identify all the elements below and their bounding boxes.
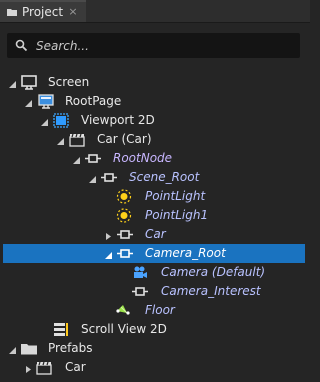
tab-bar: Project ×: [0, 0, 310, 23]
expanded-arrow-icon[interactable]: [72, 154, 81, 164]
tree-row-label: Screen: [48, 75, 90, 89]
node-icon: [116, 245, 134, 262]
tree-row-label: Car: [145, 227, 166, 241]
folder-icon: [6, 6, 18, 18]
tree-row-pointlight[interactable]: PointLight: [0, 187, 310, 206]
tree-row-pointligh1[interactable]: PointLigh1: [0, 206, 310, 225]
tree-row-viewport-2d[interactable]: Viewport 2D: [0, 111, 310, 130]
tree-row-rootpage[interactable]: RootPage: [0, 92, 310, 111]
node-icon: [100, 169, 118, 186]
tree-row-car-car[interactable]: Car (Car): [0, 130, 310, 149]
collapsed-arrow-icon[interactable]: [24, 363, 33, 373]
mesh-icon: [115, 302, 133, 319]
point-light-icon: [115, 188, 133, 205]
tree-row-car[interactable]: Car: [0, 225, 310, 244]
tree-row-label: PointLigh1: [145, 208, 209, 222]
tree-row-prefabs[interactable]: Prefabs: [0, 339, 310, 358]
tree-row-label: Prefabs: [48, 341, 93, 355]
expanded-arrow-icon[interactable]: [8, 344, 17, 354]
tree-row-rootnode[interactable]: RootNode: [0, 149, 310, 168]
tree-row-label: Scroll View 2D: [81, 322, 167, 336]
expanded-arrow-icon[interactable]: [24, 97, 33, 107]
node-icon: [131, 283, 149, 300]
clapperboard-icon: [35, 359, 53, 376]
tree-row-car-prefab[interactable]: Car: [0, 358, 310, 377]
close-icon[interactable]: ×: [67, 5, 79, 19]
monitor-icon: [20, 74, 38, 91]
tab-label: Project: [22, 5, 64, 19]
tree-row-camera-default[interactable]: Camera (Default): [0, 263, 310, 282]
tree-row-label: PointLight: [145, 189, 206, 203]
tree-row-label: Camera_Root: [145, 246, 226, 260]
folder-icon: [20, 340, 38, 357]
tree-row-floor[interactable]: Floor: [0, 301, 310, 320]
tree-row-camera-interest[interactable]: Camera_Interest: [0, 282, 310, 301]
search-box[interactable]: [7, 33, 300, 58]
point-light-icon: [115, 207, 133, 224]
tree-row-camera-root[interactable]: Camera_Root: [3, 244, 305, 263]
collapsed-arrow-icon[interactable]: [104, 230, 113, 240]
search-icon: [15, 39, 28, 52]
expanded-arrow-icon[interactable]: [104, 249, 113, 259]
scroll-view-icon: [52, 321, 70, 338]
tree-row-label: Camera (Default): [161, 265, 266, 279]
expanded-arrow-icon[interactable]: [40, 116, 49, 126]
tree-row-label: Camera_Interest: [161, 284, 261, 298]
tree-row-scroll-view-2d[interactable]: Scroll View 2D: [0, 320, 310, 339]
page-icon: [37, 93, 55, 110]
search-input[interactable]: [34, 37, 288, 54]
tree-row-scene-root[interactable]: Scene_Root: [0, 168, 310, 187]
tree-row-label: RootNode: [113, 151, 173, 165]
expanded-arrow-icon[interactable]: [8, 78, 17, 88]
clapperboard-icon: [68, 131, 86, 148]
expanded-arrow-icon[interactable]: [88, 173, 97, 183]
tree-row-label: Car (Car): [97, 132, 152, 146]
expanded-arrow-icon[interactable]: [56, 135, 65, 145]
tree-row-label: Scene_Root: [129, 170, 200, 184]
tree-row-label: Floor: [145, 303, 175, 317]
tree-row-label: Car: [65, 360, 86, 374]
tab-project[interactable]: Project ×: [0, 0, 86, 22]
viewport-icon: [52, 112, 70, 129]
node-icon: [84, 150, 102, 167]
camera-icon: [131, 264, 149, 281]
tree-row-screen[interactable]: Screen: [0, 73, 310, 92]
node-icon: [116, 226, 134, 243]
tree-row-label: Viewport 2D: [81, 113, 155, 127]
tree-row-label: RootPage: [65, 94, 122, 108]
